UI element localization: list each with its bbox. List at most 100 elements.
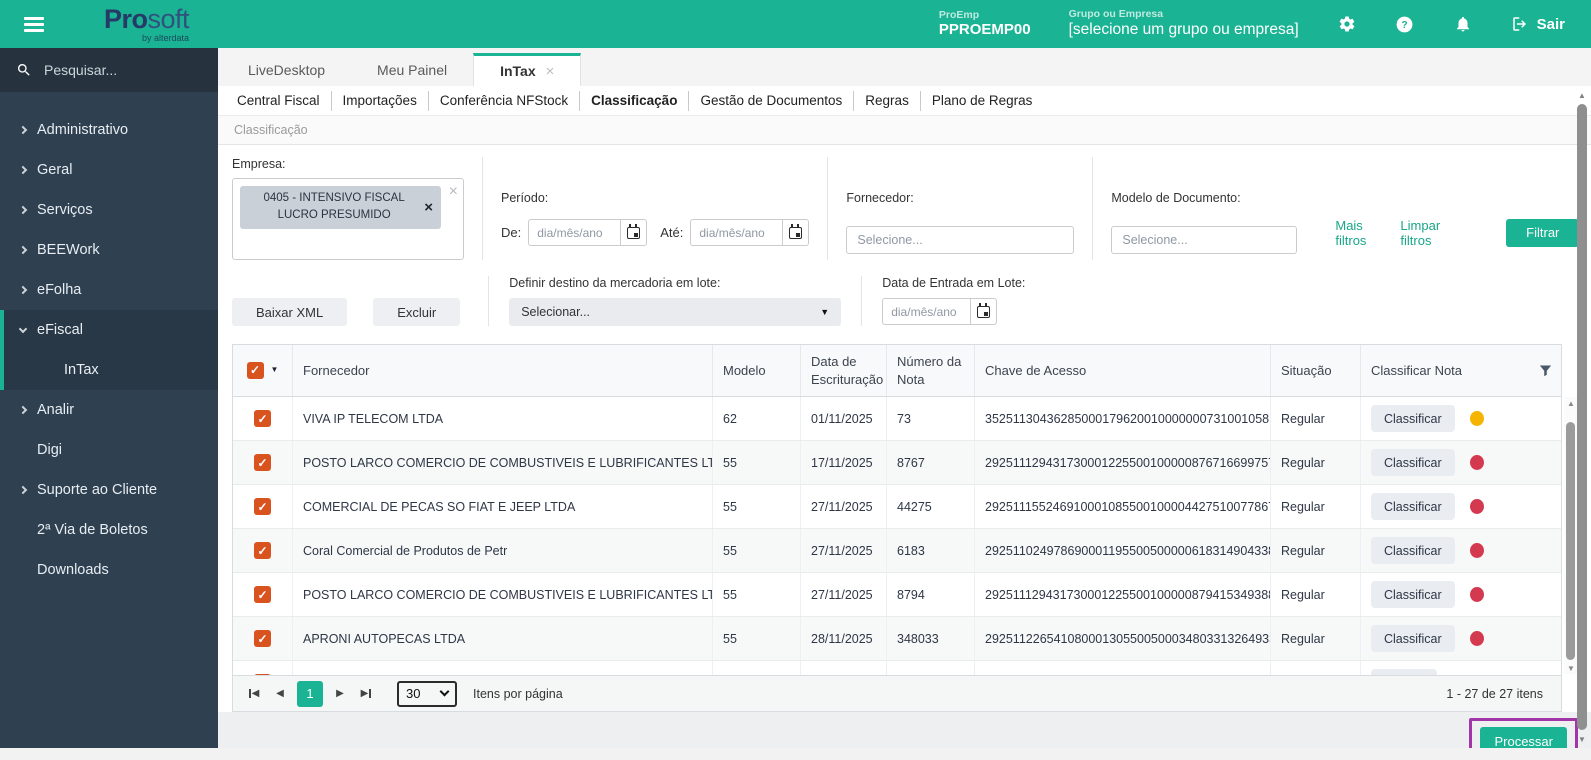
page-scrollbar-thumb[interactable] xyxy=(1577,104,1587,730)
grupo-empresa-selector[interactable]: Grupo ou Empresa [selecione um grupo ou … xyxy=(1069,8,1299,39)
processar-button[interactable]: Processar xyxy=(1480,727,1567,748)
row-checkbox[interactable]: ✓ xyxy=(254,674,271,675)
filter-funnel-icon[interactable] xyxy=(1538,363,1553,378)
pager-page-1[interactable]: 1 xyxy=(297,680,323,707)
page-size-select[interactable]: 30 xyxy=(397,680,457,707)
subtab-central-fiscal[interactable]: Central Fiscal xyxy=(226,90,332,111)
tab-meu-painel[interactable]: Meu Painel xyxy=(351,53,473,86)
pager-next-button[interactable]: ▶ xyxy=(327,681,353,707)
column-header-chave-acesso[interactable]: Chave de Acesso xyxy=(975,345,1271,396)
column-header-classificar-nota[interactable]: Classificar Nota xyxy=(1371,362,1462,380)
logout-icon xyxy=(1512,17,1526,31)
classificar-button[interactable]: Classificar xyxy=(1371,625,1455,652)
help-icon[interactable]: ? xyxy=(1395,14,1415,34)
baixar-xml-button[interactable]: Baixar XML xyxy=(232,298,348,326)
row-checkbox[interactable]: ✓ xyxy=(254,454,271,471)
destino-lote-group: Definir destino da mercadoria em lote: S… xyxy=(488,276,861,326)
column-header-numero-nota[interactable]: Número da Nota xyxy=(887,345,975,396)
sidebar-item-analir[interactable]: Analir xyxy=(0,390,218,430)
subtab-classificacao[interactable]: Classificação xyxy=(580,90,690,111)
empresa-clear-all-icon[interactable]: × xyxy=(449,183,458,201)
sidebar-active-group: eFiscal InTax xyxy=(0,310,218,390)
classificar-button[interactable]: Classificar xyxy=(1371,405,1455,432)
tab-livedesktop[interactable]: LiveDesktop xyxy=(222,53,351,86)
table-body: ✓ VIVA IP TELECOM LTDA 62 01/11/2025 73 … xyxy=(233,397,1561,675)
classificar-button[interactable]: Classificar xyxy=(1371,493,1455,520)
table-scrollbar-thumb[interactable] xyxy=(1566,422,1575,660)
prosoft-logo: Prosoft by alterdata xyxy=(104,3,190,43)
filtrar-button[interactable]: Filtrar xyxy=(1506,218,1580,247)
subtab-conferencia-nfstock[interactable]: Conferência NFStock xyxy=(429,90,581,111)
classificar-button[interactable]: Classificar xyxy=(1371,537,1455,564)
sidebar-item-geral[interactable]: Geral xyxy=(0,150,218,190)
classificar-button[interactable]: Classificar xyxy=(1371,581,1455,608)
tab-intax[interactable]: InTax × xyxy=(473,53,582,86)
pager-first-button[interactable]: ◀ xyxy=(241,681,267,707)
periodo-de-calendar-icon[interactable] xyxy=(620,219,648,246)
classificar-button[interactable]: Classificar xyxy=(1371,449,1455,476)
destino-lote-dropdown[interactable]: Selecionar... ▼ xyxy=(509,298,842,326)
pager-previous-button[interactable]: ◀ xyxy=(267,681,293,707)
cell-situacao: Regular xyxy=(1271,397,1361,440)
select-all-checkbox[interactable]: ✓ xyxy=(246,362,264,379)
column-header-situacao[interactable]: Situação xyxy=(1271,345,1361,396)
data-entrada-lote-input[interactable] xyxy=(882,298,971,325)
select-dropdown-icon[interactable]: ▼ xyxy=(271,365,279,376)
periodo-ate-calendar-icon[interactable] xyxy=(782,219,810,246)
row-checkbox[interactable]: ✓ xyxy=(254,410,271,427)
page-scroll-up-icon[interactable]: ▲ xyxy=(1575,91,1589,100)
cell-situacao: Regular xyxy=(1271,441,1361,484)
breadcrumb: Classificação xyxy=(218,115,1591,145)
empresa-chip-remove-icon[interactable]: × xyxy=(424,199,433,216)
chevron-right-icon xyxy=(18,205,28,215)
row-checkbox[interactable]: ✓ xyxy=(254,498,271,515)
subtab-gestao-de-documentos[interactable]: Gestão de Documentos xyxy=(689,90,855,111)
column-header-modelo[interactable]: Modelo xyxy=(713,345,801,396)
excluir-button[interactable]: Excluir xyxy=(373,298,461,326)
row-checkbox[interactable]: ✓ xyxy=(254,586,271,603)
hamburger-menu-icon[interactable] xyxy=(24,14,44,35)
chevron-right-icon xyxy=(18,245,28,255)
settings-gear-icon[interactable] xyxy=(1337,14,1357,34)
sidebar-item-downloads[interactable]: Downloads xyxy=(0,550,218,590)
row-checkbox[interactable]: ✓ xyxy=(254,630,271,647)
svg-text:?: ? xyxy=(1402,20,1408,31)
tab-close-icon[interactable]: × xyxy=(546,63,555,80)
sidebar-item-suporte-ao-cliente[interactable]: Suporte ao Cliente xyxy=(0,470,218,510)
data-entrada-calendar-icon[interactable] xyxy=(970,298,998,325)
sidebar-item-digi[interactable]: Digi xyxy=(0,430,218,470)
page-scrollbar[interactable]: ▲ ▼ xyxy=(1575,88,1589,746)
sidebar-item-beework[interactable]: BEEWork xyxy=(0,230,218,270)
sidebar-item-servicos[interactable]: Serviços xyxy=(0,190,218,230)
sidebar-item-administrativo[interactable]: Administrativo xyxy=(0,110,218,150)
subtab-regras[interactable]: Regras xyxy=(854,90,921,111)
sidebar-item-efiscal[interactable]: eFiscal xyxy=(4,310,218,350)
notifications-bell-icon[interactable] xyxy=(1453,14,1473,34)
cell-fornecedor xyxy=(293,661,713,675)
periodo-ate-input[interactable] xyxy=(690,219,783,246)
subtab-importacoes[interactable]: Importações xyxy=(332,90,429,111)
row-checkbox[interactable]: ✓ xyxy=(254,542,271,559)
column-header-fornecedor[interactable]: Fornecedor xyxy=(293,345,713,396)
sidebar-search[interactable] xyxy=(0,48,218,92)
empresa-multiselect[interactable]: 0405 - INTENSIVO FISCAL LUCRO PRESUMIDO … xyxy=(232,178,464,260)
modelo-documento-select[interactable] xyxy=(1111,226,1298,254)
pager-last-button[interactable]: ▶ xyxy=(353,681,379,707)
sidebar-search-input[interactable] xyxy=(44,62,194,78)
cell-data-escrituracao xyxy=(801,661,887,675)
limpar-filtros-link[interactable]: Limpar filtros xyxy=(1400,218,1440,248)
cell-data-escrituracao: 28/11/2025 xyxy=(801,617,887,660)
subtab-plano-de-regras[interactable]: Plano de Regras xyxy=(921,91,1044,111)
logout-button[interactable]: Sair xyxy=(1511,15,1565,33)
page-scroll-down-icon[interactable]: ▼ xyxy=(1575,735,1589,744)
fornecedor-select[interactable] xyxy=(846,226,1075,254)
sidebar-item-efolha[interactable]: eFolha xyxy=(0,270,218,310)
footer-bar: Processar xyxy=(218,712,1591,748)
column-header-data-escrituracao[interactable]: Data de Escrituração xyxy=(801,345,887,396)
sidebar-item-intax[interactable]: InTax xyxy=(4,350,218,390)
periodo-de-input[interactable] xyxy=(528,219,621,246)
classificar-button[interactable] xyxy=(1371,669,1437,675)
mais-filtros-link[interactable]: Mais filtros xyxy=(1335,218,1366,248)
cell-chave-acesso: 2925111294317300012255001000008767166997… xyxy=(975,441,1271,484)
sidebar-item-2-via-de-boletos[interactable]: 2ª Via de Boletos xyxy=(0,510,218,550)
